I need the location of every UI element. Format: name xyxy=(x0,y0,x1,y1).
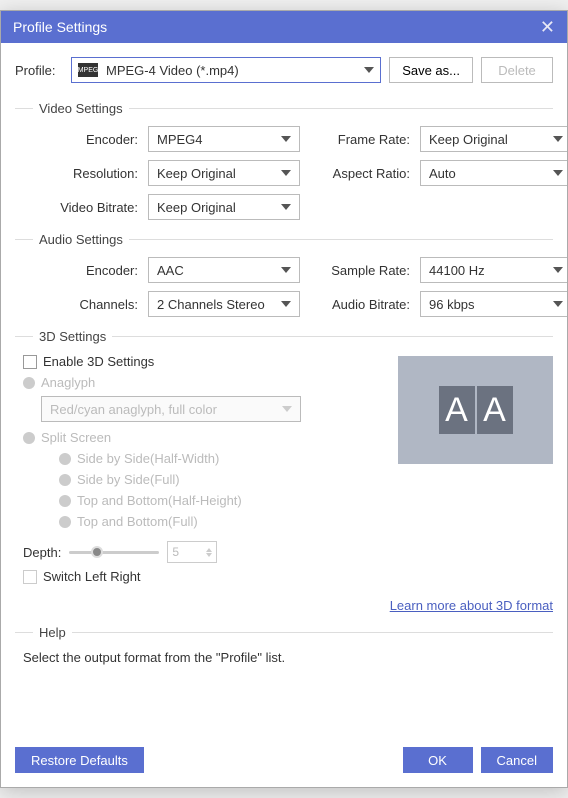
resolution-select[interactable]: Keep Original xyxy=(148,160,300,186)
tab-full-radio xyxy=(59,516,71,528)
sample-rate-label: Sample Rate: xyxy=(310,263,410,278)
restore-defaults-button[interactable]: Restore Defaults xyxy=(15,747,144,773)
save-as-button[interactable]: Save as... xyxy=(389,57,473,83)
switch-lr-checkbox xyxy=(23,570,37,584)
sbs-half-radio xyxy=(59,453,71,465)
chevron-down-icon xyxy=(281,267,291,273)
audio-settings-section: Audio Settings Encoder: AAC Sample Rate:… xyxy=(15,232,553,317)
profile-value: MPEG-4 Video (*.mp4) xyxy=(106,63,239,78)
depth-label: Depth: xyxy=(23,545,61,560)
enable-3d-label: Enable 3D Settings xyxy=(43,354,154,369)
chevron-down-icon xyxy=(281,301,291,307)
channels-label: Channels: xyxy=(23,297,138,312)
learn-more-link[interactable]: Learn more about 3D format xyxy=(390,598,553,613)
ok-button[interactable]: OK xyxy=(403,747,473,773)
help-section: Help Select the output format from the "… xyxy=(15,625,553,665)
chevron-down-icon xyxy=(364,67,374,73)
cancel-button[interactable]: Cancel xyxy=(481,747,553,773)
audio-settings-header: Audio Settings xyxy=(15,232,553,247)
chevron-down-icon xyxy=(553,267,563,273)
depth-slider xyxy=(69,545,159,559)
help-text: Select the output format from the "Profi… xyxy=(23,650,553,665)
anaglyph-label: Anaglyph xyxy=(41,375,95,390)
split-screen-radio xyxy=(23,432,35,444)
audio-encoder-label: Encoder: xyxy=(23,263,138,278)
audio-bitrate-label: Audio Bitrate: xyxy=(310,297,410,312)
chevron-down-icon xyxy=(281,204,291,210)
chevron-down-icon xyxy=(281,136,291,142)
delete-button: Delete xyxy=(481,57,553,83)
audio-encoder-select[interactable]: AAC xyxy=(148,257,300,283)
aspect-ratio-label: Aspect Ratio: xyxy=(310,166,410,181)
anaglyph-select: Red/cyan anaglyph, full color xyxy=(41,396,301,422)
close-icon[interactable]: ✕ xyxy=(540,17,555,38)
profile-settings-window: Profile Settings ✕ Profile: MPEG MPEG-4 … xyxy=(0,10,568,788)
tab-half-radio xyxy=(59,495,71,507)
threed-settings-section: 3D Settings Enable 3D Settings Anaglyph … xyxy=(15,329,553,613)
resolution-label: Resolution: xyxy=(23,166,138,181)
mpeg-icon: MPEG xyxy=(78,63,98,77)
sample-rate-select[interactable]: 44100 Hz xyxy=(420,257,567,283)
window-title: Profile Settings xyxy=(13,19,107,35)
video-encoder-label: Encoder: xyxy=(23,132,138,147)
preview-a-left: A xyxy=(439,386,475,434)
chevron-down-icon xyxy=(281,170,291,176)
chevron-down-icon xyxy=(282,406,292,412)
chevron-down-icon xyxy=(553,301,563,307)
frame-rate-label: Frame Rate: xyxy=(310,132,410,147)
footer: Restore Defaults OK Cancel xyxy=(1,737,567,787)
audio-bitrate-select[interactable]: 96 kbps xyxy=(420,291,567,317)
sbs-full-radio xyxy=(59,474,71,486)
anaglyph-radio xyxy=(23,377,35,389)
switch-lr-label: Switch Left Right xyxy=(43,569,141,584)
frame-rate-select[interactable]: Keep Original xyxy=(420,126,567,152)
profile-select[interactable]: MPEG MPEG-4 Video (*.mp4) xyxy=(71,57,381,83)
aspect-ratio-select[interactable]: Auto xyxy=(420,160,567,186)
video-bitrate-label: Video Bitrate: xyxy=(23,200,138,215)
video-encoder-select[interactable]: MPEG4 xyxy=(148,126,300,152)
video-settings-header: Video Settings xyxy=(15,101,553,116)
threed-preview: A A xyxy=(398,356,553,464)
threed-settings-header: 3D Settings xyxy=(15,329,553,344)
profile-label: Profile: xyxy=(15,63,63,78)
preview-a-right: A xyxy=(477,386,513,434)
channels-select[interactable]: 2 Channels Stereo xyxy=(148,291,300,317)
depth-spinner: 5 xyxy=(167,541,217,563)
video-settings-section: Video Settings Encoder: MPEG4 Frame Rate… xyxy=(15,101,553,220)
split-screen-label: Split Screen xyxy=(41,430,111,445)
chevron-down-icon xyxy=(553,170,563,176)
help-header: Help xyxy=(15,625,553,640)
profile-row: Profile: MPEG MPEG-4 Video (*.mp4) Save … xyxy=(15,57,553,83)
video-bitrate-select[interactable]: Keep Original xyxy=(148,194,300,220)
titlebar: Profile Settings ✕ xyxy=(1,11,567,43)
enable-3d-checkbox[interactable] xyxy=(23,355,37,369)
chevron-down-icon xyxy=(553,136,563,142)
content-area: Profile: MPEG MPEG-4 Video (*.mp4) Save … xyxy=(1,43,567,737)
